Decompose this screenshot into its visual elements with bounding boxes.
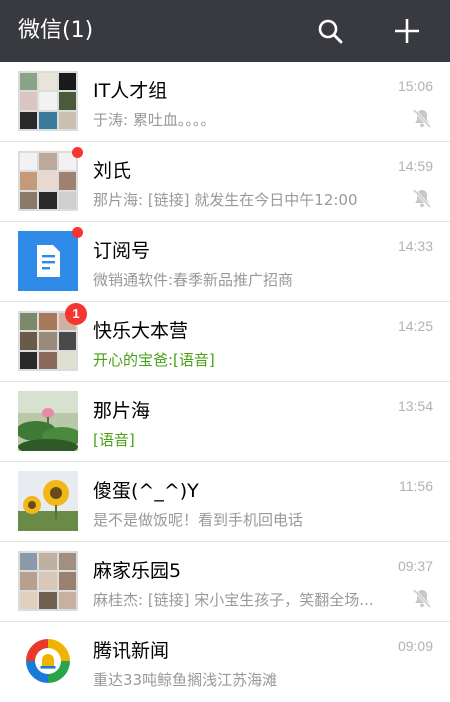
lotus-photo-avatar	[18, 391, 78, 451]
chat-item[interactable]: 麻家乐园5 麻桂杰: [链接] 宋小宝生孩子，笑翻全场... 09:37	[0, 542, 450, 622]
chat-preview: [语音]	[93, 431, 135, 449]
chat-time: 14:33	[397, 238, 433, 254]
chat-time: 14:59	[397, 158, 433, 174]
avatar	[18, 391, 78, 451]
chat-preview: 于涛: 累吐血。。。。	[93, 111, 216, 129]
avatar	[18, 227, 83, 291]
avatar	[18, 471, 78, 531]
add-button[interactable]	[389, 13, 425, 49]
chat-name: IT人才组	[93, 80, 168, 102]
chat-name: 傻蛋(^_^)Y	[93, 480, 199, 502]
group-avatar	[18, 71, 78, 131]
unread-dot	[72, 147, 83, 158]
search-icon	[318, 19, 343, 44]
search-button[interactable]	[312, 13, 348, 49]
chat-preview: 重达33吨鲸鱼搁浅江苏海滩	[93, 671, 278, 689]
avatar	[18, 551, 78, 611]
chat-preview: 那片海: [链接] 就发生在今日中午12:00	[93, 191, 358, 209]
chat-time: 09:09	[397, 638, 433, 654]
chat-name: 快乐大本营	[93, 320, 189, 342]
tencent-news-logo	[18, 631, 78, 691]
chat-name: 麻家乐园5	[93, 560, 182, 582]
avatar	[18, 631, 78, 691]
group-avatar	[18, 551, 78, 611]
plus-icon	[395, 19, 419, 43]
muted-bell-icon	[412, 188, 432, 209]
muted-bell-icon	[412, 588, 432, 609]
chat-name: 订阅号	[93, 240, 151, 262]
chat-name: 那片海	[93, 400, 151, 422]
muted-bell-icon	[412, 108, 432, 129]
chat-preview: 麻桂杰: [链接] 宋小宝生孩子，笑翻全场...	[93, 591, 374, 609]
chat-preview: 是不是做饭呢！看到手机回电话	[93, 511, 304, 529]
top-bar: 微信(1)	[0, 0, 450, 62]
avatar: 1	[18, 303, 87, 371]
chat-item[interactable]: 那片海 [语音] 13:54	[0, 382, 450, 462]
sunflower-photo-avatar	[18, 471, 78, 531]
chat-item[interactable]: 订阅号 微销通软件:春季新品推广招商 14:33	[0, 222, 450, 302]
chat-item[interactable]: 腾讯新闻 重达33吨鲸鱼搁浅江苏海滩 09:09	[0, 622, 450, 702]
chat-preview: 微销通软件:春季新品推广招商	[93, 271, 294, 289]
chat-time: 09:37	[397, 558, 433, 574]
chat-time: 11:56	[399, 478, 433, 494]
chat-item[interactable]: 刘氏 那片海: [链接] 就发生在今日中午12:00 14:59	[0, 142, 450, 222]
subscription-icon	[18, 231, 78, 291]
chat-item[interactable]: 1 快乐大本营 开心的宝爸:[语音] 14:25	[0, 302, 450, 382]
avatar	[18, 147, 83, 211]
chat-time: 13:54	[397, 398, 433, 414]
chat-name: 腾讯新闻	[93, 640, 170, 662]
chat-time: 15:06	[397, 78, 433, 94]
unread-dot	[72, 227, 83, 238]
chat-time: 14:25	[397, 318, 433, 334]
app-title: 微信(1)	[18, 18, 94, 43]
avatar	[18, 71, 78, 131]
chat-item[interactable]: 傻蛋(^_^)Y 是不是做饭呢！看到手机回电话 11:56	[0, 462, 450, 542]
chat-preview: 开心的宝爸:[语音]	[93, 351, 215, 369]
chat-item[interactable]: IT人才组 于涛: 累吐血。。。。 15:06	[0, 62, 450, 142]
chat-name: 刘氏	[93, 160, 132, 182]
group-avatar	[18, 151, 78, 211]
unread-count-badge: 1	[65, 303, 87, 325]
chat-list: IT人才组 于涛: 累吐血。。。。 15:06 刘氏 那片海: [链接] 就发生…	[0, 62, 450, 702]
